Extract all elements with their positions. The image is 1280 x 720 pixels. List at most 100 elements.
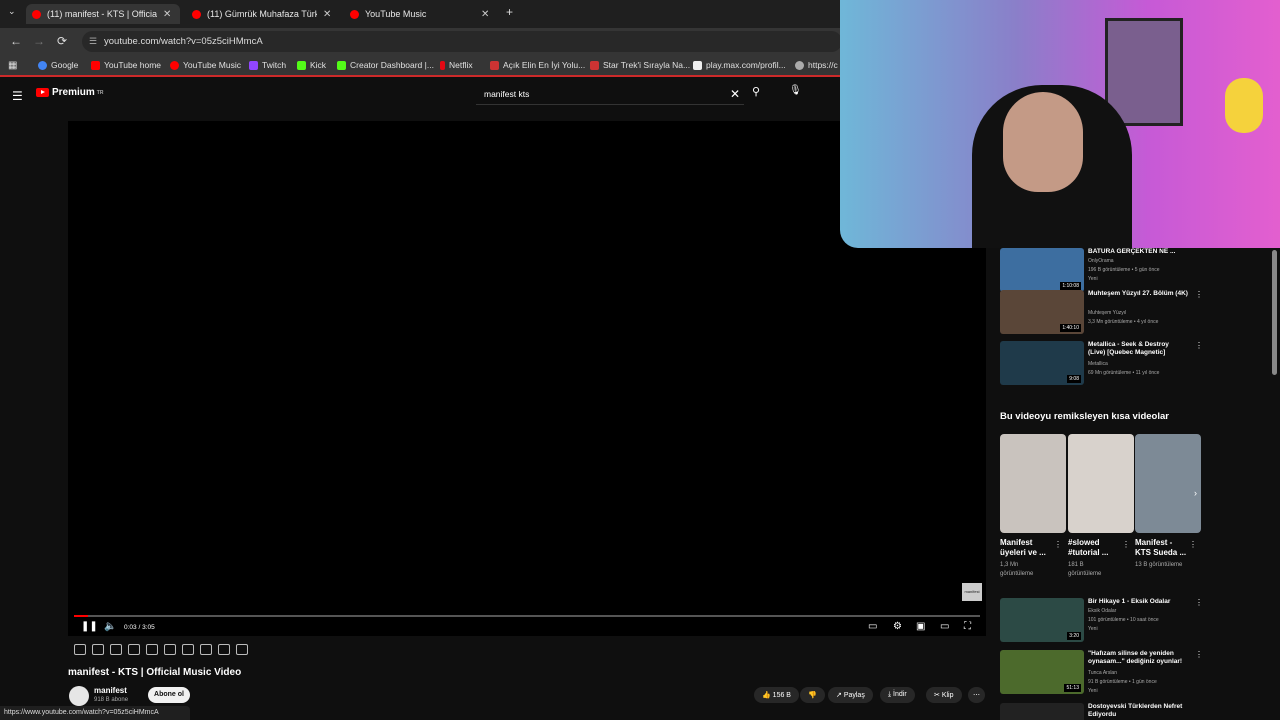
bookmark-star-trek[interactable]: Star Trek'i Sırayla Na...	[590, 60, 690, 70]
playlist-icon[interactable]	[110, 644, 122, 655]
more-options-icon[interactable]: ⋮	[1195, 598, 1203, 607]
close-icon[interactable]: ✕	[481, 9, 489, 20]
url-input[interactable]: ☰ youtube.com/watch?v=05z5ciHMmcA	[82, 31, 842, 52]
site-info-icon[interactable]: ☰	[89, 36, 97, 47]
reload-icon[interactable]: ⟳	[57, 34, 67, 48]
new-tab-icon[interactable]: +	[506, 5, 513, 19]
recommended-title[interactable]: Dostoyevski Türklerden Nefret Ediyordu	[1088, 703, 1188, 719]
channel-name[interactable]: manifest	[94, 686, 127, 695]
forward-icon[interactable]: →	[33, 34, 45, 48]
more-options-icon[interactable]: ⋮	[1195, 341, 1203, 350]
list-item[interactable]: 3:20 Bir Hikaye 1 - Eksik Odalar Eksik O…	[1000, 598, 1203, 644]
recommended-channel[interactable]: Eksik Odalar	[1088, 608, 1116, 615]
more-options-icon[interactable]: ⋮	[1195, 290, 1203, 299]
recommended-title[interactable]: "Hafızam silinse de yeniden oynasam..." …	[1088, 650, 1188, 666]
clear-search-icon[interactable]: ✕	[730, 87, 740, 101]
avatar[interactable]	[69, 686, 89, 706]
scrollbar[interactable]	[1272, 250, 1277, 375]
subtitles-icon[interactable]: ▭	[868, 621, 877, 632]
download-button[interactable]: ⤓ İndir	[880, 687, 915, 703]
bookmark-label: YouTube home	[104, 60, 162, 70]
bookmark-youtube-home[interactable]: YouTube home	[91, 60, 161, 70]
screenshot-icon[interactable]	[128, 644, 140, 655]
more-actions-icon[interactable]: ⋯	[968, 687, 985, 703]
recommended-title[interactable]: Metallica - Seek & Destroy (Live) [Quebe…	[1088, 341, 1188, 357]
rotate-icon[interactable]	[146, 644, 158, 655]
video-thumbnail[interactable]: 9:08	[1000, 341, 1084, 385]
list-item[interactable]: 51:13 "Hafızam silinse de yeniden oynasa…	[1000, 650, 1203, 696]
pause-icon[interactable]: ❚❚	[81, 621, 98, 632]
short-thumbnail[interactable]	[1068, 434, 1134, 533]
list-item[interactable]: 1:10:08 BATURA GERÇEKTEN NE ... OnlyOram…	[1000, 248, 1200, 294]
list-item[interactable]: Dostoyevski Türklerden Nefret Ediyordu	[1000, 703, 1200, 720]
bookmark-kick[interactable]: Kick	[297, 60, 326, 70]
youtube-premium-logo[interactable]: Premium TR	[36, 87, 103, 98]
camera-icon[interactable]	[218, 644, 230, 655]
recommended-channel[interactable]: Tunca Arslan	[1088, 670, 1117, 677]
video-thumbnail[interactable]: 51:13	[1000, 650, 1084, 694]
video-thumbnail[interactable]: 1:40:10	[1000, 290, 1084, 334]
search-input[interactable]: manifest kts ✕	[476, 84, 744, 105]
bookmark-max[interactable]: play.max.com/profil...	[693, 60, 786, 70]
bookmark-acik-elin[interactable]: Açık Elin En İyi Yolu...	[490, 60, 585, 70]
list-item[interactable]: 9:08 Metallica - Seek & Destroy (Live) […	[1000, 341, 1203, 387]
short-title[interactable]: #slowed #tutorial ...	[1068, 538, 1120, 558]
browser-tab[interactable]: YouTube Music ✕	[344, 4, 498, 24]
recommended-title[interactable]: Muhteşem Yüzyıl 27. Bölüm (4K)	[1088, 290, 1188, 298]
pip-icon[interactable]	[200, 644, 212, 655]
short-title[interactable]: Manifest - KTS Sueda ...	[1135, 538, 1187, 558]
close-icon[interactable]: ✕	[323, 9, 331, 20]
microphone-icon[interactable]: 🎙	[789, 85, 802, 99]
clip-button[interactable]: ✂ Klip	[926, 687, 962, 703]
bookmark-other[interactable]: https://c	[795, 60, 838, 70]
tab-search-icon[interactable]: ⌄	[8, 6, 16, 17]
close-icon[interactable]: ✕	[163, 9, 171, 20]
duration-badge: 9:08	[1067, 375, 1081, 383]
video-thumbnail[interactable]: 1:10:08	[1000, 248, 1084, 292]
more-options-icon[interactable]: ⋮	[1189, 540, 1197, 549]
more-options-icon[interactable]: ⋮	[1122, 540, 1130, 549]
channel-watermark[interactable]: manifest	[962, 583, 982, 601]
next-arrow-icon[interactable]: ›	[1194, 488, 1197, 498]
share-button[interactable]: ↗ Paylaş	[828, 687, 873, 703]
short-thumbnail[interactable]	[1000, 434, 1066, 533]
miniplayer-icon[interactable]: ▣	[916, 621, 925, 632]
video-thumbnail[interactable]: 3:20	[1000, 598, 1084, 642]
back-icon[interactable]: ←	[10, 34, 22, 48]
fullscreen-icon[interactable]: ⛶	[964, 621, 971, 632]
loop-icon[interactable]	[74, 644, 86, 655]
like-button[interactable]: 👍 156 B	[754, 687, 799, 703]
video-thumbnail[interactable]	[1000, 703, 1084, 720]
layers-icon[interactable]	[164, 644, 176, 655]
bookmark-google[interactable]: Google	[38, 60, 78, 70]
gear-icon[interactable]	[236, 644, 248, 655]
bookmark-netflix[interactable]: Netflix	[440, 60, 473, 70]
bookmark-label: Star Trek'i Sırayla Na...	[603, 60, 691, 70]
volume-icon[interactable]: 🔈	[104, 621, 116, 632]
list-item[interactable]: 1:40:10 Muhteşem Yüzyıl 27. Bölüm (4K) M…	[1000, 290, 1203, 336]
recommended-title[interactable]: BATURA GERÇEKTEN NE ...	[1088, 248, 1188, 256]
more-options-icon[interactable]: ⋮	[1054, 540, 1062, 549]
short-title[interactable]: Manifest üyeleri ve ...	[1000, 538, 1052, 558]
recommended-channel[interactable]: OnlyOrama	[1088, 258, 1114, 265]
search-icon[interactable]: ⚲	[752, 85, 760, 98]
progress-bar[interactable]	[74, 615, 980, 617]
browser-tab[interactable]: (11) Gümrük Muhafaza Türkiye... ✕	[186, 4, 340, 24]
bookmark-creator-dashboard[interactable]: Creator Dashboard |...	[337, 60, 434, 70]
recommended-channel[interactable]: Muhteşem Yüzyıl	[1088, 310, 1126, 317]
theater-mode-icon[interactable]: ▭	[940, 621, 949, 632]
dislike-button[interactable]: 👎	[800, 687, 825, 703]
apps-grid-icon[interactable]: ▦	[8, 60, 17, 71]
bookmark-twitch[interactable]: Twitch	[249, 60, 286, 70]
recommended-channel[interactable]: Metallica	[1088, 361, 1108, 368]
short-thumbnail[interactable]	[1135, 434, 1201, 533]
speed-icon[interactable]	[182, 644, 194, 655]
browser-tab[interactable]: (11) manifest - KTS | Official M... ✕	[26, 4, 180, 24]
bookmark-youtube-music[interactable]: YouTube Music	[170, 60, 241, 70]
subscribe-button[interactable]: Abone ol	[148, 687, 190, 703]
menu-icon[interactable]: ☰	[12, 89, 23, 103]
settings-icon[interactable]: ⚙	[893, 621, 902, 632]
recommended-title[interactable]: Bir Hikaye 1 - Eksik Odalar	[1088, 598, 1188, 606]
audio-only-icon[interactable]	[92, 644, 104, 655]
more-options-icon[interactable]: ⋮	[1195, 650, 1203, 659]
